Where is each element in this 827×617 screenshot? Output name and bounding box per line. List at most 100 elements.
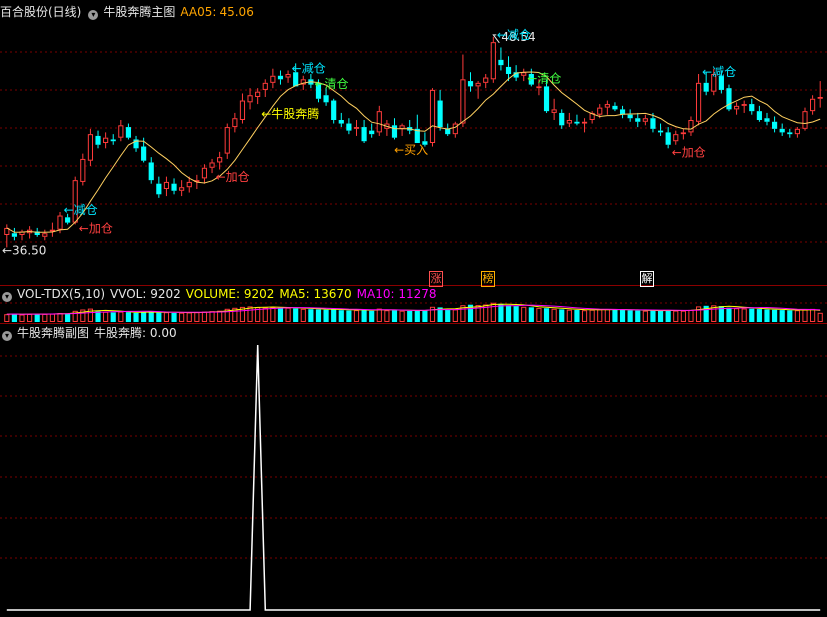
ma10-readout: MA10: 11278	[356, 287, 437, 301]
volume-bar	[604, 309, 610, 323]
candle-body	[49, 229, 55, 232]
candle-body	[657, 130, 664, 133]
candle	[224, 123, 230, 159]
volume-bar	[665, 310, 671, 322]
candle-body	[376, 111, 382, 133]
candle	[353, 120, 360, 136]
candle-body	[80, 158, 86, 182]
candle	[338, 112, 344, 128]
volume-bar	[574, 310, 580, 322]
volume-bar	[338, 310, 344, 322]
volume-bar	[11, 313, 17, 322]
sub-panel-header: ▾ 牛股奔腾副图 牛股奔腾: 0.00	[0, 325, 182, 341]
candle-body	[597, 107, 603, 115]
candle-body	[802, 111, 808, 129]
badge-zhang[interactable]: 涨	[429, 271, 443, 287]
ma5-readout: MA5: 13670	[279, 287, 352, 301]
candle-body	[4, 227, 10, 236]
candle-body	[581, 121, 588, 124]
candle-body	[361, 127, 367, 142]
candle	[331, 98, 337, 124]
candle-body	[323, 95, 329, 103]
candle-body	[353, 127, 360, 129]
volume-bar	[726, 307, 732, 322]
candle-body	[331, 100, 337, 120]
candle	[437, 89, 443, 131]
volume-bar	[331, 309, 337, 322]
badge-jie[interactable]: 解	[640, 271, 654, 287]
candle-body	[566, 120, 572, 124]
collapse-toggle-icon[interactable]: ▾	[2, 331, 12, 341]
volume-bar	[513, 306, 519, 322]
volume-bar	[794, 310, 800, 323]
candle	[407, 120, 413, 135]
candle-body	[95, 135, 101, 145]
candle	[270, 68, 276, 89]
collapse-toggle-icon[interactable]: ▾	[2, 292, 12, 302]
candle	[726, 84, 732, 112]
candle	[80, 153, 86, 186]
volume-bar	[414, 310, 420, 322]
candle-body	[445, 128, 451, 135]
annotation-clear: ←清仓	[527, 72, 561, 86]
volume-bar	[361, 309, 367, 322]
candle	[103, 132, 109, 149]
vol-title[interactable]: VOL-TDX(5,10)	[17, 287, 105, 301]
candle-body	[787, 132, 793, 135]
volume-bar	[201, 311, 208, 323]
candle	[209, 158, 215, 174]
candle-body	[232, 118, 238, 128]
volume-bar	[528, 307, 534, 322]
candle	[817, 81, 823, 108]
candle	[95, 130, 101, 149]
candle-body	[141, 146, 147, 161]
volume-bar	[749, 308, 755, 322]
candle-body	[749, 104, 755, 112]
volume-bar	[581, 310, 588, 323]
candle	[680, 128, 686, 140]
candle	[802, 107, 808, 131]
candle-body	[551, 109, 557, 113]
main-title: 百合股份(日线)	[0, 5, 82, 19]
candle	[452, 121, 458, 138]
candle	[749, 98, 755, 115]
volume-bar	[764, 309, 770, 322]
candle	[657, 123, 664, 136]
badge-bang[interactable]: 榜	[481, 271, 495, 287]
candle-body	[125, 127, 132, 138]
volume-bar	[95, 311, 101, 322]
candle	[262, 79, 268, 97]
volume-bar	[787, 310, 793, 322]
candle-body	[103, 137, 109, 143]
annotation-reduce: ←减仓	[292, 61, 326, 75]
candle-body	[612, 105, 618, 110]
candle-body	[42, 233, 48, 237]
volume-bar	[817, 312, 823, 323]
candle-body	[391, 125, 398, 138]
volume-bar	[49, 313, 55, 323]
candle	[171, 178, 177, 195]
candle-body	[163, 181, 170, 190]
volume-bar	[802, 309, 808, 323]
candle-body	[460, 79, 466, 124]
candle-body	[521, 72, 527, 76]
candle	[232, 112, 238, 133]
volume-bar	[4, 314, 10, 323]
candle	[772, 116, 778, 133]
sub-title[interactable]: 牛股奔腾副图	[17, 326, 89, 340]
candle	[673, 130, 679, 145]
volume-bar	[369, 310, 375, 322]
volume-bar	[384, 310, 390, 323]
candle	[277, 70, 284, 85]
collapse-toggle-icon[interactable]: ▾	[88, 10, 99, 20]
candle-body	[772, 121, 778, 129]
volume-bar	[597, 309, 603, 322]
indicator-name[interactable]: 牛股奔腾主图	[103, 5, 175, 19]
volume-bar	[148, 311, 154, 322]
volume-bar	[19, 314, 25, 322]
volume-bar	[756, 309, 762, 322]
volume-bar	[635, 310, 641, 322]
volume-bar	[422, 310, 428, 322]
volume-bar	[308, 309, 314, 322]
candle-body	[467, 81, 474, 87]
